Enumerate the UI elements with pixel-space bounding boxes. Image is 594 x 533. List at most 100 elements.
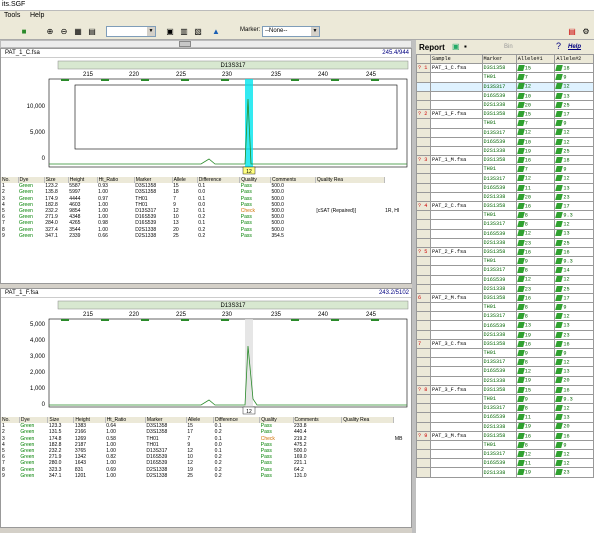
report-row[interactable]: D13S317 8 12 bbox=[416, 311, 594, 322]
horizontal-scrollbar[interactable] bbox=[0, 40, 412, 48]
zoom-in-icon[interactable]: ⊕ bbox=[44, 25, 56, 37]
report-row[interactable]: ? 8 PAT_3_F.fsa D3S1358 15 16 bbox=[416, 384, 594, 395]
table-cell: 354.5 bbox=[271, 232, 284, 239]
report-row[interactable]: 7 PAT_3_C.fsa D3S1358 16 16 bbox=[416, 338, 594, 350]
report-row[interactable]: ? 5 PAT_2_F.fsa D3S1358 16 16 bbox=[416, 246, 594, 258]
marker-select[interactable]: --None-- ▼ bbox=[262, 26, 320, 37]
report-row[interactable]: D13S317 8 12 bbox=[416, 357, 594, 368]
menu-help[interactable]: Help bbox=[30, 12, 44, 19]
report-row[interactable]: TH01 7 9 bbox=[416, 72, 594, 83]
report-cell: 12 bbox=[554, 81, 594, 92]
help-icon[interactable]: ? bbox=[556, 41, 561, 51]
allele-value: 12 bbox=[563, 221, 570, 228]
report-row[interactable]: TH01 8 9.3 bbox=[416, 210, 594, 221]
report-cell: D2S1338 bbox=[481, 283, 517, 294]
report-row[interactable]: D13S317 8 14 bbox=[416, 265, 594, 276]
report-row[interactable]: D2S1338 23 25 bbox=[416, 283, 594, 294]
report-cell: 13 bbox=[515, 320, 556, 331]
report-row[interactable]: D2S1338 23 25 bbox=[416, 237, 594, 248]
report-row[interactable]: D2S1338 19 20 bbox=[416, 421, 594, 432]
run-icon[interactable]: ■ bbox=[18, 25, 30, 37]
report-row[interactable]: 6 PAT_2_M.fsa D3S1358 16 17 bbox=[416, 292, 594, 304]
report-row[interactable]: TH01 9 9.3 bbox=[416, 393, 594, 405]
report-row[interactable]: D16S539 11 13 bbox=[416, 412, 594, 423]
tick-220: 220 bbox=[129, 312, 140, 318]
report-cell: 9.3 bbox=[554, 256, 594, 267]
disk-icon[interactable]: ▪ bbox=[464, 42, 467, 51]
scroll-thumb[interactable] bbox=[179, 41, 191, 47]
allele-swatch-icon bbox=[517, 175, 525, 182]
table-cell bbox=[315, 233, 384, 239]
report-row[interactable]: TH01 8 9 bbox=[416, 302, 594, 313]
image-icon[interactable]: ▧ bbox=[192, 25, 204, 37]
report-row[interactable]: D2S1338 19 23 bbox=[416, 467, 594, 478]
report-column-header[interactable]: Sample bbox=[430, 54, 483, 65]
report-row[interactable]: D2S1338 19 20 bbox=[416, 375, 594, 386]
tick-215: 215 bbox=[83, 72, 94, 78]
report-row[interactable]: TH01 8 9 bbox=[416, 439, 594, 451]
report-row[interactable]: D16S539 10 12 bbox=[416, 136, 594, 147]
report-row[interactable]: D13S317 12 12 bbox=[416, 173, 594, 184]
report-row[interactable]: D16S539 13 13 bbox=[416, 320, 594, 331]
menu-tools[interactable]: Tools bbox=[4, 12, 20, 19]
chart-icon[interactable]: ▲ bbox=[210, 25, 222, 37]
report-row[interactable]: D2S1338 20 23 bbox=[416, 191, 594, 203]
report-row[interactable]: D2S1338 19 25 bbox=[416, 145, 594, 157]
report-column-header[interactable]: Allele#1 bbox=[515, 54, 556, 65]
zoom-out-icon[interactable]: ⊖ bbox=[58, 25, 70, 37]
report-row[interactable]: D16S539 10 13 bbox=[416, 90, 594, 101]
report-cell bbox=[430, 118, 483, 129]
report-row[interactable]: ? 9 PAT_3_M.fsa D3S1358 16 16 bbox=[416, 430, 594, 441]
table-cell: Green bbox=[20, 472, 35, 479]
view-combo[interactable]: ▼ bbox=[106, 26, 156, 37]
report-row[interactable]: ? 3 PAT_1_M.fsa D3S1358 16 18 bbox=[416, 155, 594, 166]
report-row[interactable]: D16S539 12 12 bbox=[416, 274, 594, 285]
table-icon[interactable]: ▤ bbox=[86, 25, 98, 37]
report-row[interactable]: TH01 7 9 bbox=[416, 118, 594, 129]
report-row[interactable]: D16S539 11 12 bbox=[416, 458, 594, 469]
report-row[interactable]: D2S1338 20 25 bbox=[416, 99, 594, 111]
save-icon[interactable]: ▣ bbox=[452, 42, 460, 51]
report-cell: 15 bbox=[515, 109, 556, 120]
report-row[interactable]: D13S317 12 12 bbox=[416, 449, 594, 460]
report-row[interactable]: D13S317 8 12 bbox=[416, 403, 594, 414]
report-row[interactable]: D13S317 12 12 bbox=[416, 127, 594, 138]
report-cell: 20 bbox=[515, 99, 556, 111]
help-link[interactable]: Help bbox=[568, 44, 581, 50]
report-cell: 9.3 bbox=[554, 210, 594, 221]
report-row[interactable]: ? 1 PAT_1_C.fsa D3S1358 15 18 bbox=[416, 63, 594, 74]
report-row[interactable]: ? 2 PAT_1_F.fsa D3S1358 15 17 bbox=[416, 109, 594, 120]
allele-value: 18 bbox=[563, 65, 570, 72]
report-cell bbox=[416, 99, 431, 111]
report-cell bbox=[430, 210, 483, 221]
report-cell: 11 bbox=[515, 412, 556, 423]
allele-value: 8 bbox=[524, 313, 528, 320]
grid-icon[interactable]: ▦ bbox=[72, 25, 84, 37]
settings-icon[interactable]: ⚙ bbox=[580, 25, 592, 37]
report-row[interactable]: D16S539 12 13 bbox=[416, 228, 594, 239]
report-row[interactable]: D13S317 8 12 bbox=[416, 219, 594, 230]
report-column-header[interactable]: Allele#2 bbox=[554, 54, 594, 65]
table-row[interactable]: 9 Green 347.1 1201 1.00 D2S1338 25 0.2 Pass 131.0 bbox=[1, 473, 411, 479]
report-cell: 23 bbox=[554, 191, 594, 203]
report-row[interactable]: TH01 9 9 bbox=[416, 347, 594, 359]
report-row[interactable]: D16S539 12 13 bbox=[416, 366, 594, 377]
report-cell: D16S539 bbox=[481, 320, 517, 331]
table-cell: D2S1338 bbox=[146, 472, 168, 479]
report-row[interactable]: TH01 9 9.3 bbox=[416, 256, 594, 267]
report-row[interactable]: D2S1338 19 23 bbox=[416, 329, 594, 340]
export-icon[interactable]: ▥ bbox=[178, 25, 190, 37]
bin-button[interactable]: Bin bbox=[504, 44, 513, 50]
edit-icon[interactable]: ▣ bbox=[164, 25, 176, 37]
report-row[interactable]: ? 4 PAT_2_C.fsa D3S1358 16 17 bbox=[416, 200, 594, 212]
allele-swatch-icon bbox=[517, 460, 525, 467]
report-cell: 9 bbox=[554, 347, 594, 359]
print-icon[interactable]: ▤ bbox=[566, 25, 578, 37]
report-row[interactable]: D13S317 12 12 bbox=[416, 81, 594, 92]
report-cell: 25 bbox=[554, 145, 594, 157]
report-column-header[interactable]: Marker bbox=[481, 54, 517, 65]
report-row[interactable]: TH01 7 9 bbox=[416, 164, 594, 175]
report-cell bbox=[416, 118, 431, 129]
report-row[interactable]: D16S539 11 13 bbox=[416, 182, 594, 193]
table-row[interactable]: 9 Green 347.1 2339 0.66 D2S1338 25 0.2 Pass 354.5 bbox=[1, 233, 411, 239]
